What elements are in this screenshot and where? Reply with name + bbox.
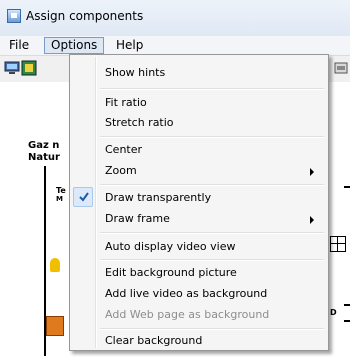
menu-options[interactable]: Options <box>44 37 105 54</box>
menu-item-stretch-ratio[interactable]: Stretch ratio <box>72 112 326 134</box>
menu-file[interactable]: File <box>3 38 35 53</box>
menu-item-label: Add live video as background <box>105 287 268 300</box>
canvas-label: Te <box>56 186 66 195</box>
menu-item-label: Add Web page as background <box>105 308 270 321</box>
menu-separator <box>100 184 324 186</box>
menu-item-label: Center <box>105 143 143 156</box>
grid-symbol <box>330 236 346 252</box>
app-icon <box>7 9 21 23</box>
menu-item-label: Stretch ratio <box>105 116 174 129</box>
line-segment <box>344 304 350 306</box>
menu-separator <box>100 88 324 90</box>
menu-help[interactable]: Help <box>110 38 149 53</box>
menu-item-add-web-page: Add Web page as background <box>72 304 326 326</box>
lamp-icon <box>50 258 60 272</box>
fire-icon <box>46 316 64 336</box>
menu-item-fit-ratio[interactable]: Fit ratio <box>72 92 326 114</box>
menu-item-clear-background[interactable]: Clear background <box>72 330 326 352</box>
canvas-label: M <box>56 195 63 203</box>
menu-item-center[interactable]: Center <box>72 139 326 161</box>
canvas-label: Natur <box>28 152 60 163</box>
menu-item-zoom[interactable]: Zoom <box>72 160 326 182</box>
menu-item-label: Show hints <box>105 66 166 79</box>
menu-separator <box>100 136 324 138</box>
app-window: Assign components File Options Help Gaz … <box>0 0 350 357</box>
menu-bar: File Options Help <box>0 36 350 56</box>
submenu-arrow-icon <box>310 168 314 176</box>
menu-item-draw-transparently[interactable]: Draw transparently <box>72 187 326 209</box>
line-segment <box>344 320 350 322</box>
menu-item-label: Zoom <box>105 164 137 177</box>
menu-item-auto-display-video-view[interactable]: Auto display video view <box>72 236 326 258</box>
settings-icon[interactable] <box>333 60 349 76</box>
menu-item-label: Clear background <box>105 334 203 347</box>
title-bar: Assign components <box>0 0 350 36</box>
check-icon <box>79 192 89 202</box>
checkbox-highlight <box>73 187 93 207</box>
menu-item-show-hints[interactable]: Show hints <box>72 62 326 84</box>
canvas-label: D <box>330 308 337 317</box>
menu-item-label: Draw frame <box>105 212 170 225</box>
menu-item-label: Edit background picture <box>105 266 237 279</box>
menu-item-label: Draw transparently <box>105 191 212 204</box>
menu-item-edit-background-picture[interactable]: Edit background picture <box>72 262 326 284</box>
submenu-arrow-icon <box>310 216 314 224</box>
menu-item-draw-frame[interactable]: Draw frame <box>72 208 326 230</box>
menu-item-label: Fit ratio <box>105 96 147 109</box>
component-icon[interactable] <box>21 60 37 76</box>
canvas-label: Gaz n <box>28 140 60 151</box>
menu-separator <box>100 259 324 261</box>
options-menu: Show hints Fit ratio Stretch ratio Cente… <box>69 54 329 351</box>
monitor-icon[interactable] <box>4 60 20 76</box>
window-title: Assign components <box>26 9 144 23</box>
line-segment <box>344 186 350 188</box>
menu-item-label: Auto display video view <box>105 240 236 253</box>
menu-item-add-live-video[interactable]: Add live video as background <box>72 283 326 305</box>
menu-separator <box>100 232 324 234</box>
